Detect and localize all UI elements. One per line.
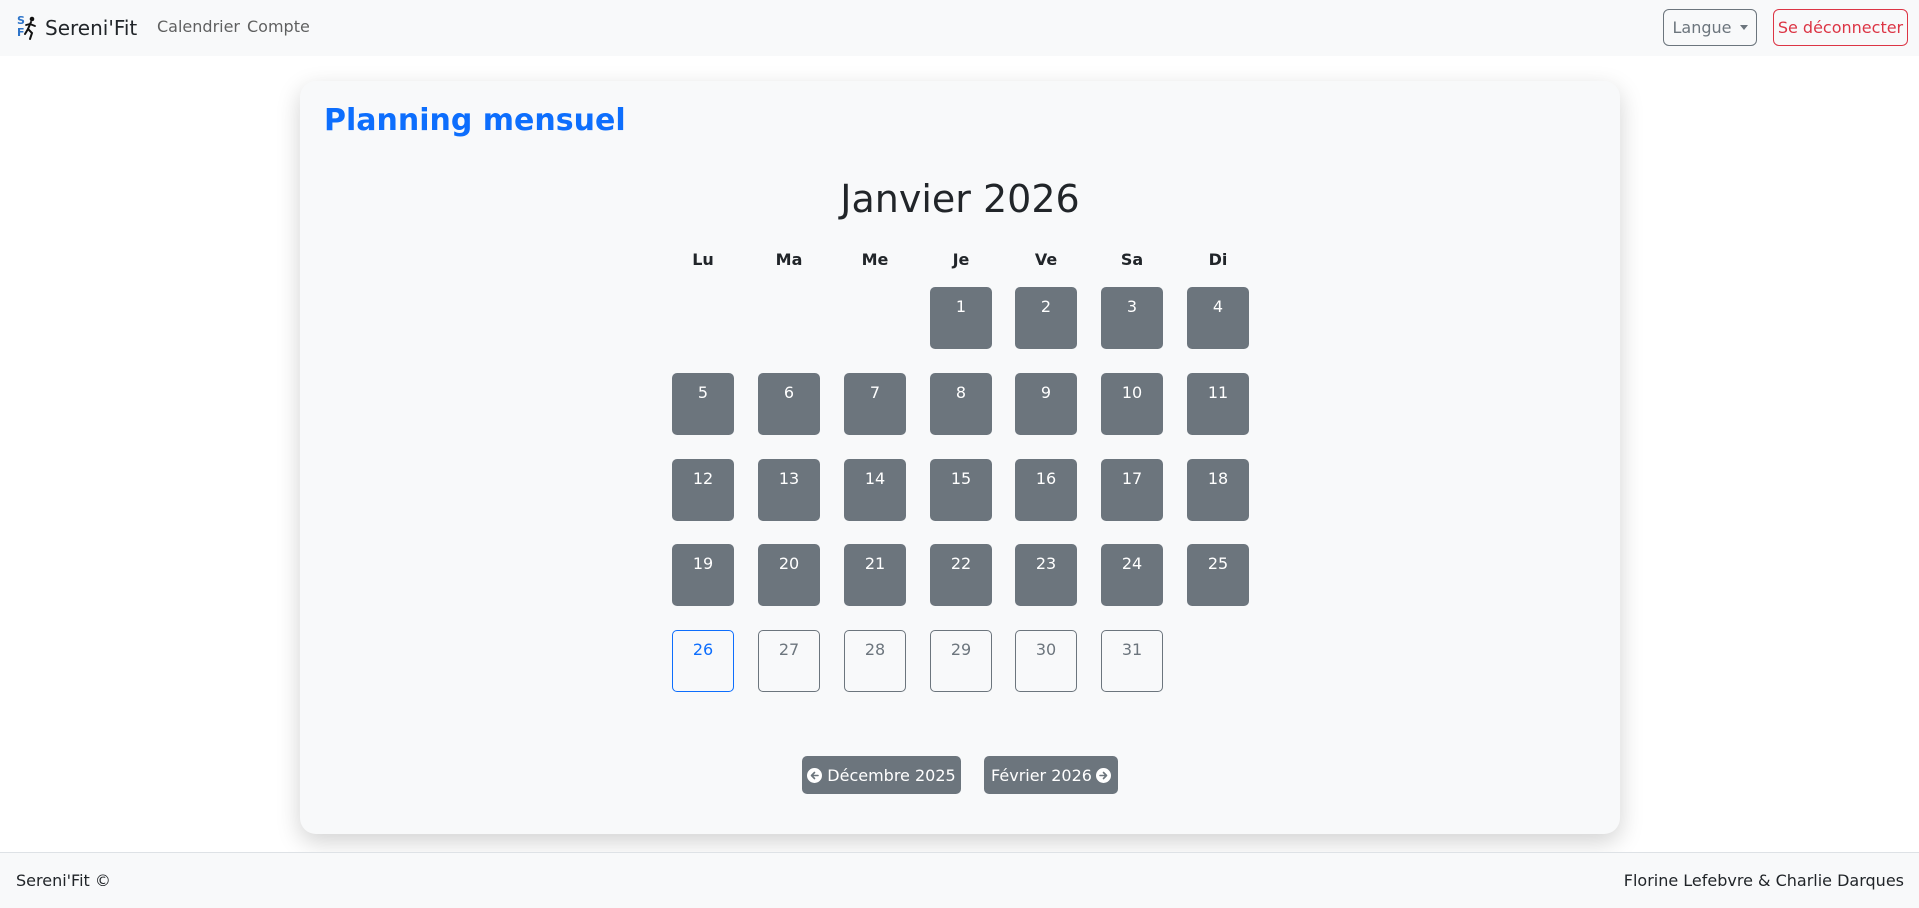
weekday-header: Je — [952, 250, 970, 269]
calendar-day[interactable]: 20 — [758, 544, 820, 606]
calendar-day[interactable]: 12 — [672, 459, 734, 521]
calendar-day[interactable]: 18 — [1187, 459, 1249, 521]
calendar-day[interactable]: 17 — [1101, 459, 1163, 521]
arrow-left-circle-icon — [807, 767, 823, 783]
month-title: Janvier 2026 — [840, 177, 1080, 221]
calendar-day[interactable]: 2 — [1015, 287, 1077, 349]
calendar-day[interactable]: 25 — [1187, 544, 1249, 606]
calendar-day[interactable]: 15 — [930, 459, 992, 521]
planning-card: Planning mensuel Janvier 2026 Lu Ma Me Je Ve… — [300, 81, 1620, 834]
next-month-button[interactable]: Février 2026 — [984, 756, 1118, 794]
calendar-day[interactable]: 13 — [758, 459, 820, 521]
brand-name: Sereni'Fit — [45, 16, 138, 40]
weekday-header: Me — [861, 250, 889, 269]
calendar-day[interactable]: 8 — [930, 373, 992, 435]
calendar-day[interactable]: 11 — [1187, 373, 1249, 435]
footer-copyright: Sereni'Fit © — [16, 871, 111, 890]
caret-down-icon — [1739, 25, 1748, 30]
calendar-day[interactable]: 14 — [844, 459, 906, 521]
calendar-day[interactable]: 5 — [672, 373, 734, 435]
calendar-day[interactable]: 23 — [1015, 544, 1077, 606]
weekday-header: Lu — [692, 250, 714, 269]
calendar-day[interactable]: 28 — [844, 630, 906, 692]
logout-button[interactable]: Se déconnecter — [1773, 9, 1908, 46]
weekday-header: Di — [1208, 250, 1228, 269]
calendar-day[interactable]: 7 — [844, 373, 906, 435]
page-title: Planning mensuel — [324, 103, 626, 138]
calendar-day[interactable]: 24 — [1101, 544, 1163, 606]
previous-month-button[interactable]: Décembre 2025 — [802, 756, 961, 794]
navbar: S F Sereni'Fit Calendrier Compte Langue … — [0, 0, 1919, 56]
calendar-day[interactable]: 31 — [1101, 630, 1163, 692]
calendar-day[interactable]: 3 — [1101, 287, 1163, 349]
calendar-day[interactable]: 30 — [1015, 630, 1077, 692]
calendar-day[interactable]: 1 — [930, 287, 992, 349]
weekday-header: Ma — [775, 250, 803, 269]
footer: Sereni'Fit © Florine Lefebvre & Charlie … — [0, 852, 1919, 908]
nav-link-calendrier[interactable]: Calendrier — [157, 17, 240, 36]
calendar-day-today[interactable]: 26 — [672, 630, 734, 692]
logout-button-label: Se déconnecter — [1777, 18, 1904, 37]
language-button-label: Langue — [1672, 18, 1732, 37]
nav-link-compte[interactable]: Compte — [247, 17, 310, 36]
calendar-day[interactable]: 29 — [930, 630, 992, 692]
calendar-day[interactable]: 22 — [930, 544, 992, 606]
brand-link[interactable]: S F Sereni'Fit — [15, 13, 137, 43]
calendar-day[interactable]: 19 — [672, 544, 734, 606]
previous-month-label: Décembre 2025 — [827, 765, 956, 785]
weekday-header: Sa — [1120, 250, 1144, 269]
language-dropdown-button[interactable]: Langue — [1663, 9, 1757, 46]
calendar-day[interactable]: 4 — [1187, 287, 1249, 349]
calendar-day[interactable]: 6 — [758, 373, 820, 435]
calendar-day[interactable]: 9 — [1015, 373, 1077, 435]
brand-logo: S F — [15, 14, 41, 42]
next-month-label: Février 2026 — [991, 765, 1092, 785]
arrow-right-circle-icon — [1095, 767, 1111, 783]
runner-icon — [24, 16, 36, 40]
weekday-header: Ve — [1034, 250, 1058, 269]
footer-authors: Florine Lefebvre & Charlie Darques — [1623, 871, 1904, 890]
calendar-day[interactable]: 27 — [758, 630, 820, 692]
calendar-day[interactable]: 10 — [1101, 373, 1163, 435]
calendar-day[interactable]: 16 — [1015, 459, 1077, 521]
calendar-day[interactable]: 21 — [844, 544, 906, 606]
